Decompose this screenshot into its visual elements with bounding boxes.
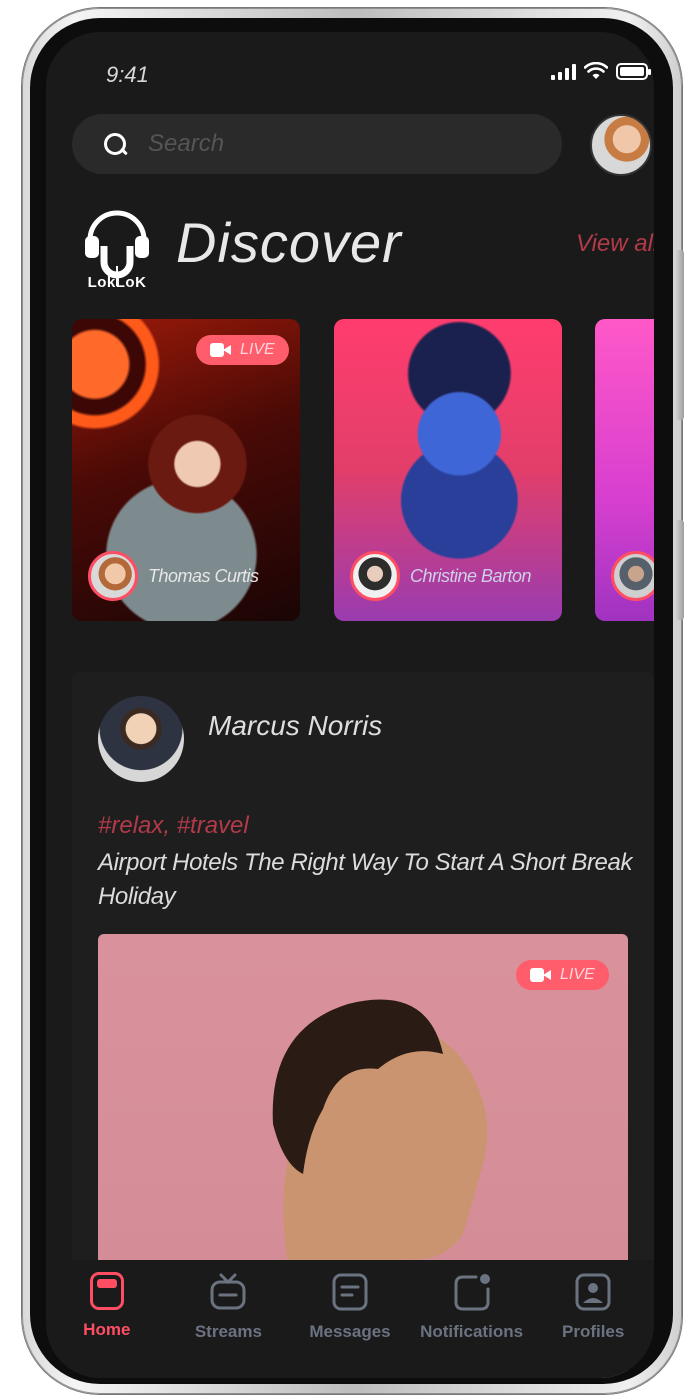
nav-label: Home [83, 1320, 131, 1339]
battery-icon [616, 63, 651, 80]
story-avatar [611, 551, 654, 601]
logo-text: LokLoK [87, 274, 147, 291]
power-button [676, 520, 684, 620]
signal-icon [551, 64, 576, 80]
wifi-icon [584, 62, 608, 79]
story-card-christine-barton[interactable]: Christine Barton [334, 319, 562, 621]
nav-label: Profiles [561, 1322, 625, 1341]
story-card-thomas-curtis[interactable]: LIVE Thomas Curtis [72, 319, 300, 621]
volume-button [676, 250, 684, 420]
search-icon [102, 131, 128, 157]
live-badge: LIVE [196, 335, 289, 365]
tv-icon [210, 1273, 246, 1310]
post-tags[interactable]: #relax, #travel [98, 812, 249, 840]
story-avatar [350, 551, 400, 601]
story-name: Christine Barton [410, 566, 532, 586]
status-icons [551, 62, 651, 80]
nav-label: Streams [194, 1322, 262, 1341]
nav-streams[interactable]: Streams [168, 1260, 290, 1378]
camera-icon [210, 343, 232, 357]
nav-profiles[interactable]: Profiles [532, 1260, 654, 1378]
bottom-nav: Home Streams Messages Notifications Prof… [46, 1260, 654, 1378]
live-badge: LIVE [516, 960, 609, 990]
user-avatar[interactable] [590, 114, 652, 176]
app-screen: 9:41 LokLoK Discover View all LIVE Tho [46, 32, 654, 1378]
notification-icon [454, 1274, 490, 1311]
nav-messages[interactable]: Messages [289, 1260, 411, 1378]
post-author-name[interactable]: Marcus Norris [208, 710, 382, 742]
post-author-avatar[interactable] [98, 696, 184, 782]
page-title: Discover [176, 211, 402, 274]
nav-label: Notifications [420, 1322, 524, 1341]
home-icon [89, 1272, 124, 1310]
profile-icon [575, 1273, 611, 1311]
nav-home[interactable]: Home [46, 1260, 168, 1378]
nav-notifications[interactable]: Notifications [411, 1260, 533, 1378]
camera-icon [530, 968, 552, 982]
status-time: 9:41 [106, 62, 149, 87]
search-bar[interactable] [72, 114, 562, 174]
story-avatar [88, 551, 138, 601]
message-icon [332, 1273, 368, 1311]
post-text: Airport Hotels The Right Way To Start A … [98, 849, 633, 910]
story-card-3[interactable] [595, 319, 654, 621]
view-all-link[interactable]: View all [576, 230, 654, 258]
nav-label: Messages [309, 1322, 391, 1341]
search-input[interactable] [148, 130, 528, 158]
story-name: Thomas Curtis [148, 566, 259, 586]
